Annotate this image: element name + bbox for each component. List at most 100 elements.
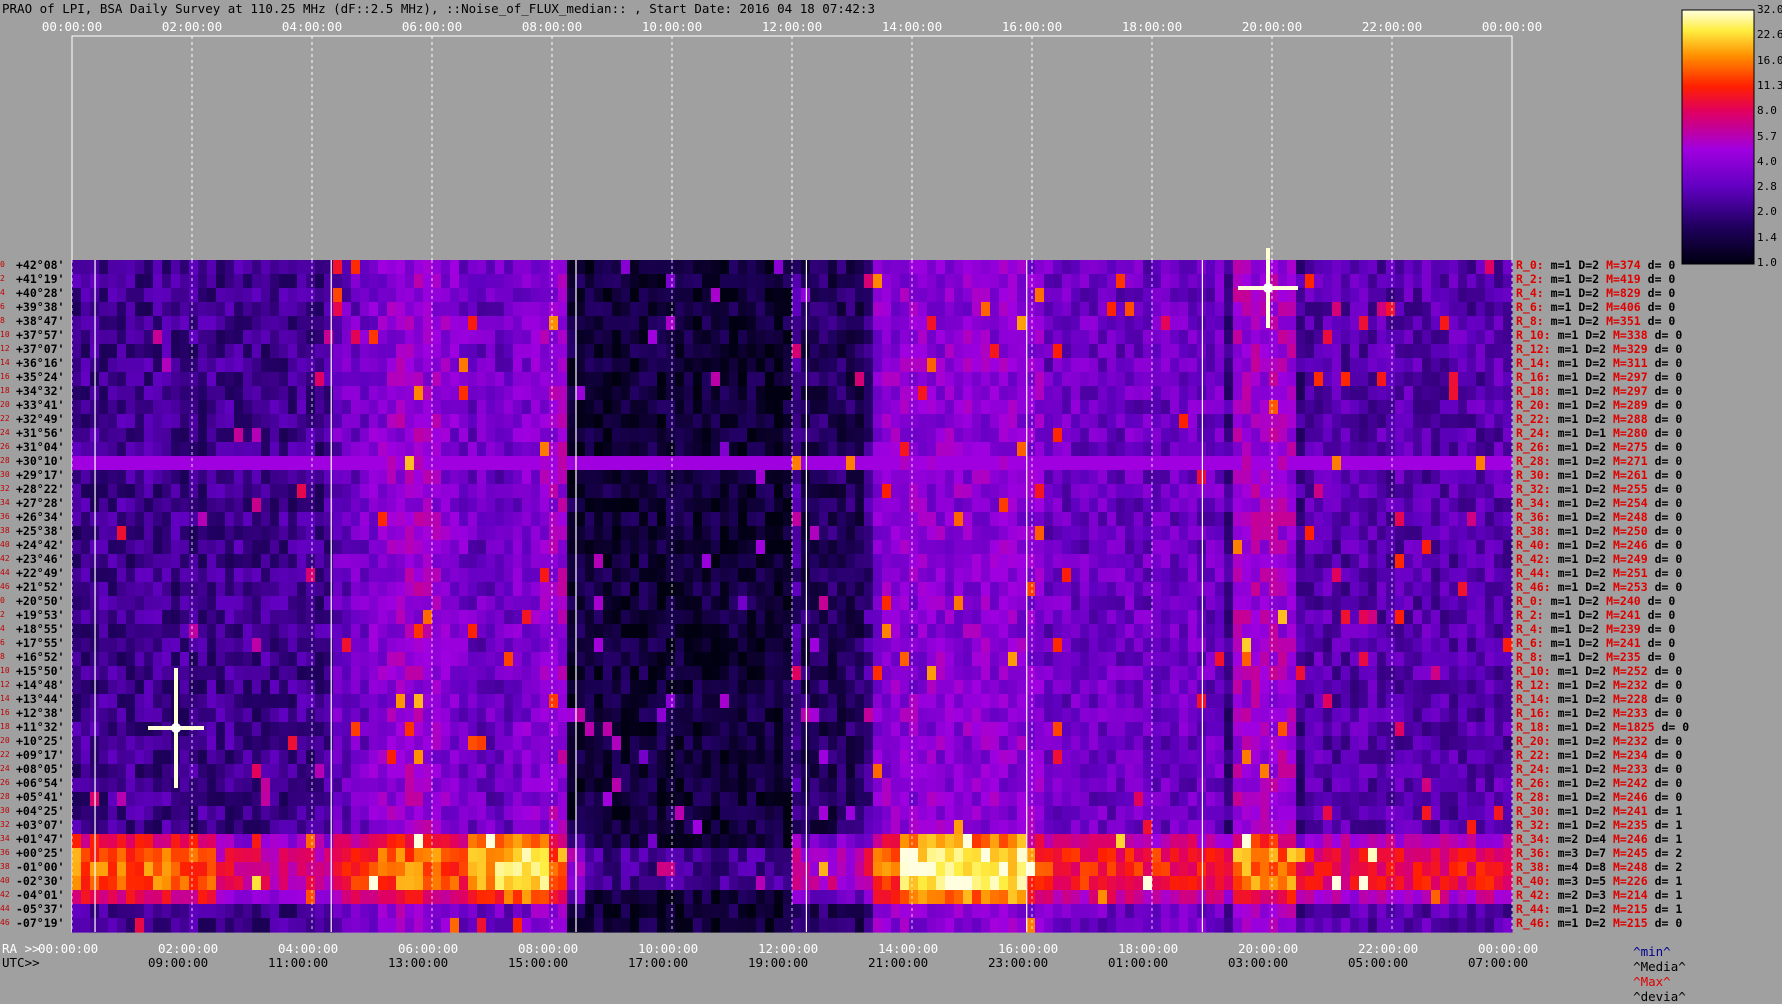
heat-cell [1080,330,1090,345]
heat-cell [648,358,658,373]
heat-cell [630,624,640,639]
heat-cell [1440,386,1450,401]
heat-cell [1368,372,1378,387]
heat-cell [432,652,442,667]
heat-cell [1179,330,1189,345]
heat-cell [1035,344,1045,359]
heat-cell [558,386,568,401]
heat-cell [1179,358,1189,373]
heat-cell [576,428,586,443]
heat-cell [855,526,865,541]
heat-cell [612,526,622,541]
heat-cell [504,316,514,331]
heat-cell [630,568,640,583]
heat-cell [126,582,136,597]
heat-cell [1098,512,1108,527]
heat-cell [1269,302,1279,317]
heat-cell [1377,638,1387,653]
heat-cell [81,680,91,695]
heat-cell [558,288,568,303]
heat-cell [1440,456,1450,471]
heat-cell [693,568,703,583]
heat-cell [1080,288,1090,303]
heat-cell [1242,610,1252,625]
heat-cell [1116,316,1126,331]
heat-cell [864,540,874,555]
heat-cell [864,680,874,695]
heat-cell [648,568,658,583]
heat-cell [324,512,334,527]
heat-cell [846,582,856,597]
heat-cell [180,526,190,541]
heat-cell [801,386,811,401]
heat-cell [1017,442,1027,457]
heat-cell [1413,330,1423,345]
heat-cell [1386,372,1396,387]
heat-cell [1017,652,1027,667]
heat-cell [243,652,253,667]
heat-cell [702,372,712,387]
heat-cell [837,498,847,513]
heat-cell [81,386,91,401]
heat-cell [360,358,370,373]
heat-cell [1368,512,1378,527]
heat-cell [1323,470,1333,485]
heat-cell [972,316,982,331]
heat-cell [774,372,784,387]
heat-cell [1161,568,1171,583]
heat-cell [1098,302,1108,317]
heat-cell [1476,344,1486,359]
heat-cell [909,582,919,597]
heat-cell [621,288,631,303]
heat-cell [1008,624,1018,639]
heat-cell [1224,358,1234,373]
heat-cell [396,400,406,415]
heat-cell [828,484,838,499]
heat-cell [405,414,415,429]
heat-cell [1377,330,1387,345]
heat-cell [1476,624,1486,639]
heat-cell [945,652,955,667]
heat-cell [135,596,145,611]
heat-cell [648,400,658,415]
heat-cell [108,400,118,415]
heat-cell [774,582,784,597]
heat-cell [1170,288,1180,303]
heat-cell [990,414,1000,429]
heat-cell [180,372,190,387]
heat-cell [378,540,388,555]
heat-cell [540,288,550,303]
heat-cell [1449,428,1459,443]
heat-cell [1458,540,1468,555]
heat-cell [945,344,955,359]
heat-cell [1431,498,1441,513]
heat-cell [1314,274,1324,289]
heat-cell [774,498,784,513]
heat-cell [1359,414,1369,429]
heat-cell [999,624,1009,639]
heat-cell [369,400,379,415]
heat-cell [1278,596,1288,611]
heat-cell [882,554,892,569]
heat-cell [1188,582,1198,597]
heat-cell [792,400,802,415]
heat-cell [558,596,568,611]
heat-cell [405,288,415,303]
heat-cell [513,428,523,443]
heat-cell [414,624,424,639]
heat-cell [1170,596,1180,611]
heat-cell [1089,358,1099,373]
heat-cell [396,358,406,373]
heat-cell [261,610,271,625]
heat-cell [1503,372,1513,387]
heat-cell [1035,288,1045,303]
heat-cell [738,414,748,429]
heat-cell [909,344,919,359]
heat-cell [792,680,802,695]
heat-cell [882,680,892,695]
heat-cell [774,414,784,429]
heat-cell [963,540,973,555]
heat-cell [1314,596,1324,611]
heat-cell [1008,498,1018,513]
heat-cell [108,512,118,527]
